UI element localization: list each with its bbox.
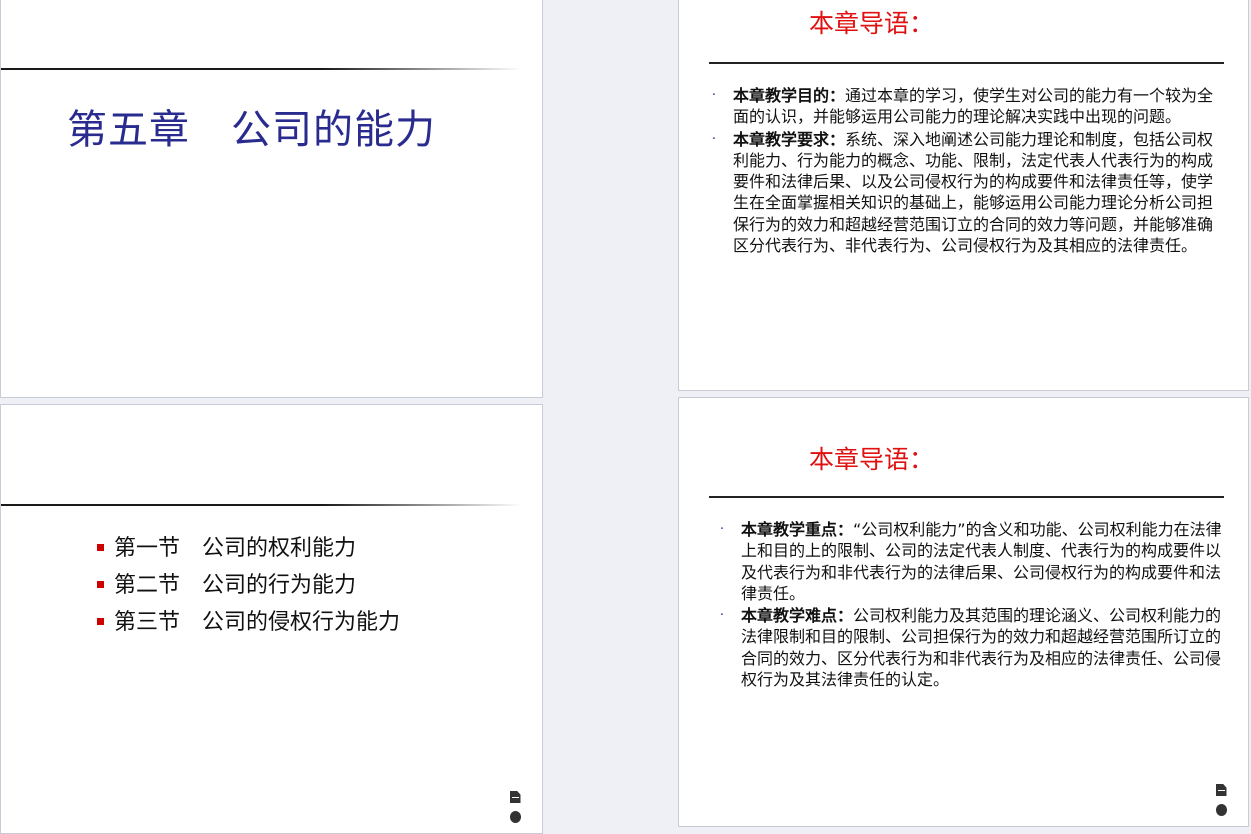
divider-line	[1, 68, 521, 70]
slide-intro-objectives[interactable]: 本章导语： · 本章教学目的：通过本章的学习，使学生对公司的能力有一个较为全面的…	[678, 0, 1249, 391]
toc-item: 第二节 公司的行为能力	[97, 564, 400, 601]
list-item: · 本章教学目的：通过本章的学习，使学生对公司的能力有一个较为全面的认识，并能够…	[709, 85, 1219, 128]
toc-list: 第一节 公司的权利能力 第二节 公司的行为能力 第三节 公司的侵权行为能力	[97, 527, 400, 638]
toc-item: 第一节 公司的权利能力	[97, 527, 400, 564]
toc-item-label: 第三节 公司的侵权行为能力	[114, 609, 401, 635]
divider-line	[709, 62, 1224, 64]
bullet-dot-icon: ·	[711, 88, 717, 103]
slide-intro-key-points[interactable]: 本章导语： · 本章教学重点：“公司权利能力”的含义和功能、公司权利能力在法律上…	[678, 397, 1249, 827]
bullet-dot-icon: ·	[711, 131, 717, 147]
slide-corner-icons	[507, 787, 523, 831]
disc-icon[interactable]	[1215, 804, 1227, 816]
document-icon[interactable]	[509, 791, 521, 803]
divider-line	[709, 496, 1224, 498]
toc-item-label: 第一节 公司的权利能力	[114, 535, 357, 561]
point-label: 本章教学要求：	[733, 129, 846, 149]
chapter-title: 第五章 公司的能力	[67, 107, 436, 153]
toc-item: 第三节 公司的侵权行为能力	[97, 601, 400, 638]
divider-line	[1, 504, 521, 506]
bullet-dot-icon: ·	[719, 608, 725, 624]
point-label: 本章教学难点：	[741, 606, 854, 626]
list-item: · 本章教学难点：公司权利能力及其范围的理论涵义、公司权利能力的法律限制和目的限…	[717, 605, 1235, 690]
slide-heading: 本章导语：	[809, 445, 935, 474]
toc-item-label: 第二节 公司的行为能力	[114, 572, 357, 598]
list-item: · 本章教学重点：“公司权利能力”的含义和功能、公司权利能力在法律上和目的上的限…	[717, 519, 1235, 604]
list-item: · 本章教学要求：系统、深入地阐述公司能力理论和制度，包括公司权利能力、行为能力…	[709, 129, 1219, 257]
bullet-dot-icon: ·	[719, 522, 725, 537]
disc-icon[interactable]	[509, 811, 521, 823]
point-label: 本章教学重点：	[741, 520, 854, 539]
square-bullet-icon	[97, 581, 104, 588]
slide-corner-icons	[1213, 780, 1229, 824]
square-bullet-icon	[97, 544, 104, 551]
square-bullet-icon	[97, 618, 104, 625]
slide-chapter-title[interactable]: 第五章 公司的能力	[0, 0, 543, 398]
slide-heading: 本章导语：	[809, 9, 935, 38]
point-label: 本章教学目的：	[733, 86, 846, 105]
bullet-list: · 本章教学目的：通过本章的学习，使学生对公司的能力有一个较为全面的认识，并能够…	[709, 85, 1219, 257]
slide-table-of-contents[interactable]: 第一节 公司的权利能力 第二节 公司的行为能力 第三节 公司的侵权行为能力	[0, 404, 543, 834]
bullet-list: · 本章教学重点：“公司权利能力”的含义和功能、公司权利能力在法律上和目的上的限…	[717, 519, 1235, 691]
document-icon[interactable]	[1215, 784, 1227, 796]
